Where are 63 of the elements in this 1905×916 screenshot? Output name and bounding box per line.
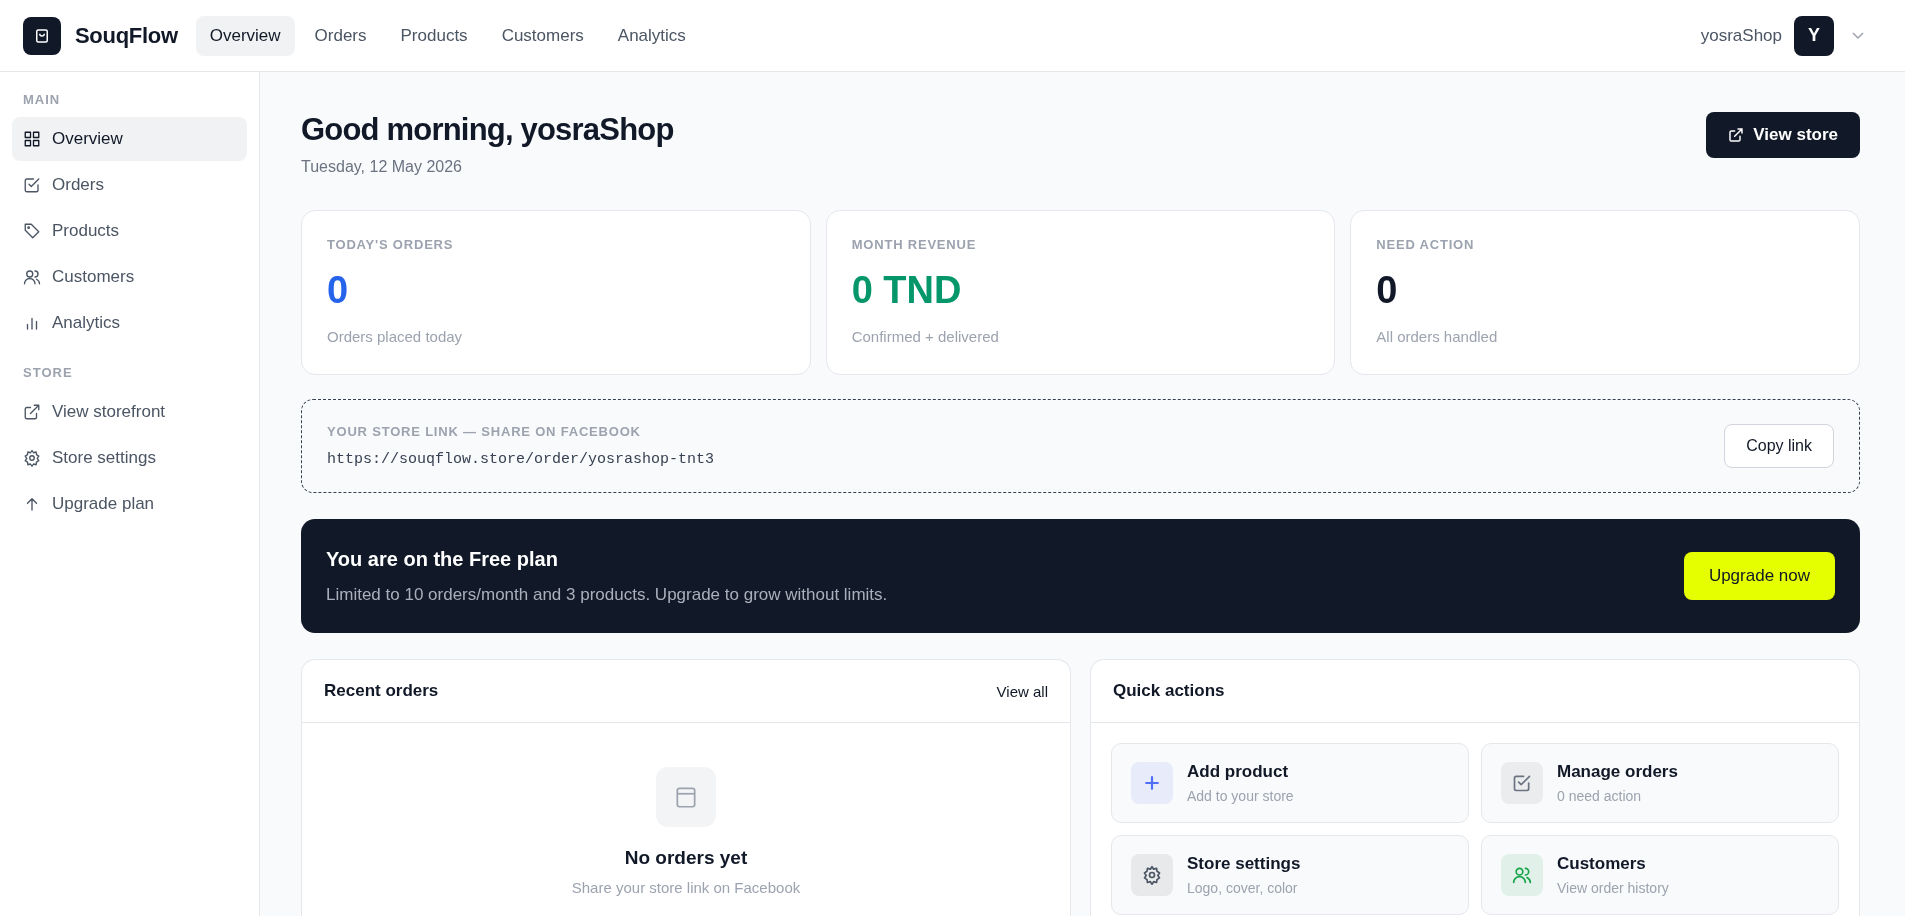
view-all-link[interactable]: View all <box>996 682 1048 700</box>
date-text: Tuesday, 12 May 2026 <box>301 158 463 177</box>
sidebar-item[interactable]: View storefront <box>12 390 247 434</box>
sidebar-item[interactable]: Analytics <box>12 301 247 345</box>
quick-action-card[interactable]: Add product Add to your store <box>1111 743 1469 824</box>
stat-caption: Confirmed + delivered <box>851 328 1000 346</box>
view-store-button[interactable]: View store <box>1706 112 1860 158</box>
copy-link-button[interactable]: Copy link <box>1724 424 1834 469</box>
checkbox-icon <box>23 176 41 194</box>
sidebar-item[interactable]: Upgrade plan <box>12 482 247 526</box>
stat-label: NEED ACTION <box>1376 237 1476 253</box>
nav-tab[interactable]: Overview <box>195 15 295 56</box>
stat-value: 0 TND <box>851 270 963 313</box>
nav-tab[interactable]: Products <box>386 15 482 56</box>
empty-text: Share your store link on Facebook <box>571 879 801 897</box>
quick-action-subtitle: View order history <box>1557 880 1669 897</box>
empty-title: No orders yet <box>624 847 748 870</box>
stat-label: TODAY'S ORDERS <box>327 237 455 253</box>
quick-action-subtitle: 0 need action <box>1557 788 1643 805</box>
settings-icon <box>23 449 41 467</box>
panel-title: Recent orders <box>324 681 439 702</box>
page-title: Good morning, yosraShop <box>301 111 674 149</box>
logo-icon <box>23 16 61 55</box>
stat-label: MONTH REVENUE <box>851 237 978 253</box>
brand-name: SouqFlow <box>75 22 178 49</box>
quick-action-card[interactable]: Manage orders 0 need action <box>1481 743 1839 824</box>
stat-value: 0 <box>327 270 350 313</box>
store-link-label: YOUR STORE LINK — SHARE ON FACEBOOK <box>327 424 642 440</box>
upgrade-button[interactable]: Upgrade now <box>1683 552 1835 601</box>
box-icon <box>656 767 716 828</box>
quick-action-title: Manage orders <box>1557 762 1678 783</box>
quick-action-card[interactable]: Store settings Logo, cover, color <box>1111 835 1469 916</box>
store-link-url: https://souqflow.store/order/yosrashop-tnt3 <box>327 451 715 469</box>
quick-action-title: Store settings <box>1187 854 1301 875</box>
external-link-icon <box>1728 127 1745 143</box>
stat-caption: Orders placed today <box>327 328 464 346</box>
external-link-icon <box>23 403 41 421</box>
nav-tab[interactable]: Orders <box>300 15 381 56</box>
stat-caption: All orders handled <box>1376 328 1499 346</box>
sidebar-item[interactable]: Orders <box>12 163 247 207</box>
users-icon <box>23 268 41 286</box>
panel-title: Quick actions <box>1113 681 1225 702</box>
user-name[interactable]: yosraShop <box>1700 25 1782 46</box>
chevron-down-icon[interactable] <box>1852 31 1864 40</box>
quick-action-subtitle: Add to your store <box>1187 788 1294 805</box>
quick-action-title: Customers <box>1557 854 1647 875</box>
sidebar-item[interactable]: Overview <box>12 117 247 161</box>
sidebar-item[interactable]: Store settings <box>12 436 247 480</box>
banner-title: You are on the Free plan <box>326 547 559 571</box>
section-heading: MAIN <box>22 92 62 107</box>
nav-tab[interactable]: Customers <box>487 15 598 56</box>
nav-tab[interactable]: Analytics <box>603 15 700 56</box>
quick-action-subtitle: Logo, cover, color <box>1187 880 1299 897</box>
sidebar-item[interactable]: Products <box>12 209 247 253</box>
tag-icon <box>23 222 41 240</box>
user-avatar[interactable]: Y <box>1794 15 1834 56</box>
section-heading: STORE <box>22 365 74 380</box>
quick-action-title: Add product <box>1187 762 1290 783</box>
quick-action-card[interactable]: Customers View order history <box>1481 835 1839 916</box>
banner-text: Limited to 10 orders/month and 3 products. Upgrade to grow without limits. <box>326 584 888 605</box>
grid-icon <box>23 130 41 148</box>
stat-value: 0 <box>1376 270 1399 313</box>
sidebar-item[interactable]: Customers <box>12 255 247 299</box>
